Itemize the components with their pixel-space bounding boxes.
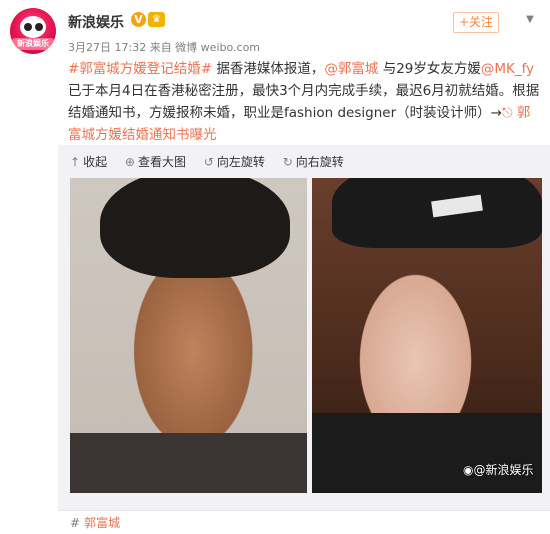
rotate-left-icon: ↺ [203,155,214,169]
topic-tag-label: 郭富城 [84,516,121,530]
avatar[interactable]: 新浪娱乐 [10,8,56,54]
content-text-1: 据香港媒体报道， [212,61,325,77]
mention-link-2[interactable]: @MK_fy [481,61,534,77]
collapse-label: 收起 [83,155,108,169]
avatar-eye-right [35,23,43,31]
rotate-right-label: 向右旋转 [295,155,344,169]
mention-link-1[interactable]: @郭富城 [324,61,378,77]
author-name[interactable]: 新浪娱乐 [68,12,124,32]
view-large-label: 查看大图 [137,155,186,169]
photo-left[interactable] [70,178,307,493]
follow-button[interactable]: +关注 [453,12,499,33]
rotate-right-icon: ↻ [282,155,293,169]
avatar-eye-left [24,23,32,31]
zoom-in-icon: ⊕ [124,155,135,169]
topic-tag[interactable]: # 郭富城 [70,514,120,531]
link-icon: ⎋ [501,105,513,121]
hashtag-link[interactable]: #郭富城方媛登记结婚# [68,61,212,77]
collapse-button[interactable]: ↑ 收起 [70,153,107,170]
post-content: #郭富城方媛登记结婚# 据香港媒体报道，@郭富城 与29岁女友方媛@MK_fy … [68,58,543,146]
rotate-right-button[interactable]: ↻ 向右旋转 [283,153,344,170]
rotate-left-button[interactable]: ↺ 向左旋转 [204,153,265,170]
avatar-caption: 新浪娱乐 [12,38,54,50]
chevron-down-icon[interactable]: ▼ [523,14,537,26]
media-toolbar: ↑ 收起 ⊕ 查看大图 ↺ 向左旋转 ↻ 向右旋转 [70,153,358,170]
content-text-2: 与29岁女友方媛 [378,61,481,77]
content-text-3: 已于本月4日在香港秘密注册，最快3个月内完成手续，最迟6月初就结婚。根据结婚通知… [68,83,540,121]
cap-logo [431,194,483,218]
view-large-button[interactable]: ⊕ 查看大图 [125,153,186,170]
post-meta: 3月27日 17:32 来自 微博 weibo.com [68,41,261,54]
rotate-left-label: 向左旋转 [216,155,265,169]
photo-right-top [312,413,542,493]
photo-left-hair [100,178,290,278]
verified-badge-icon: V [131,12,146,27]
watermark: ◉@新浪娱乐 [463,463,534,477]
photo-right-cap [332,178,542,248]
hash-icon: # [70,516,81,530]
photo-left-shirt [70,433,307,493]
crown-badge-icon: ♛ [148,12,165,27]
photo-right[interactable] [312,178,542,493]
collapse-icon: ↑ [70,155,81,169]
tag-bar [58,510,550,534]
